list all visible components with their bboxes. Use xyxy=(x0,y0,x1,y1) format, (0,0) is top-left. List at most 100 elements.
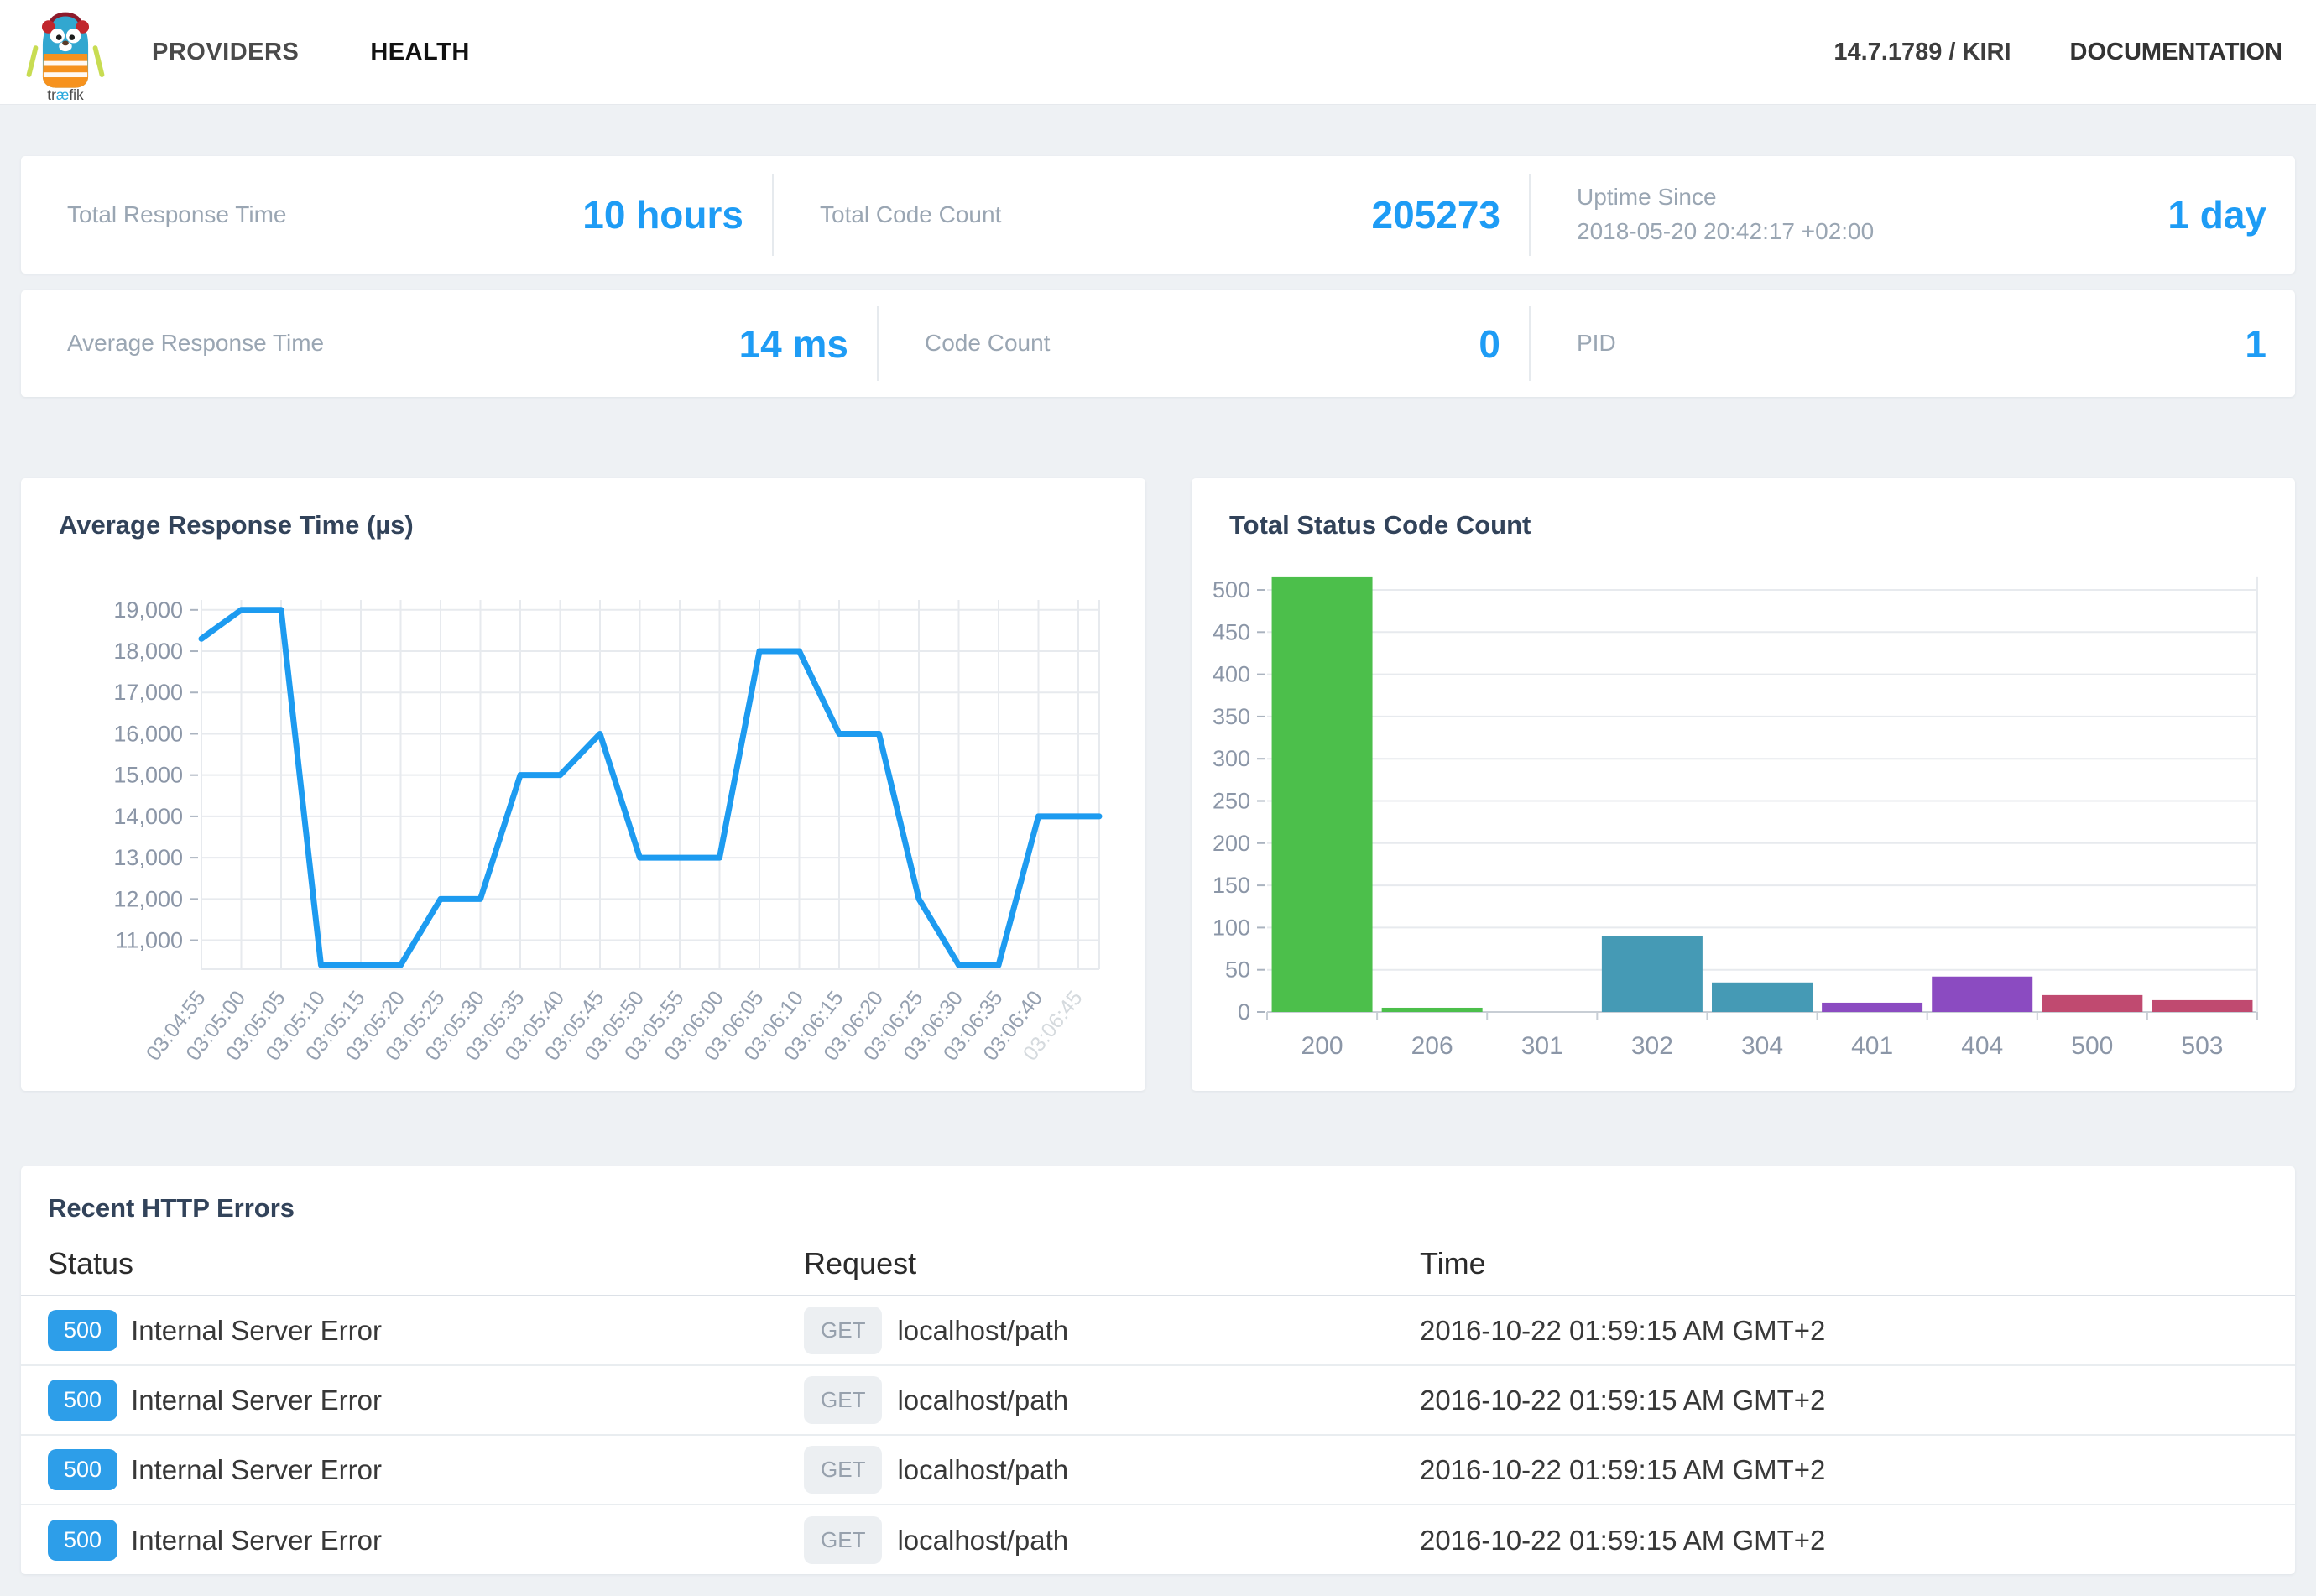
svg-text:500: 500 xyxy=(2071,1032,2113,1060)
status-text: Internal Server Error xyxy=(131,1454,382,1486)
request-path: localhost/path xyxy=(897,1385,1068,1416)
svg-text:300: 300 xyxy=(1213,746,1250,771)
error-time: 2016-10-22 01:59:15 AM GMT+2 xyxy=(1420,1385,1825,1416)
status-code-bar-chart: 0 50 100 150 200 250 300 350 400 450 500 200 206 301 3… xyxy=(1192,478,2295,1091)
method-badge: GET xyxy=(804,1516,882,1564)
column-header-status: Status xyxy=(48,1246,133,1281)
response-time-line-chart: 11,00012,00013,00014,00015,00016,00017,0… xyxy=(21,478,1145,1091)
status-badge: 500 xyxy=(48,1310,117,1351)
svg-text:11,000: 11,000 xyxy=(115,928,183,953)
method-badge: GET xyxy=(804,1376,882,1424)
gopher-nose xyxy=(62,40,69,45)
stat-value: 1 day xyxy=(2167,192,2266,237)
nav-link-providers[interactable]: PROVIDERS xyxy=(152,39,299,66)
gopher-pupil xyxy=(56,34,62,40)
svg-text:150: 150 xyxy=(1213,873,1250,898)
method-badge: GET xyxy=(804,1446,882,1494)
error-row: 500 Internal Server Error GET localhost/pa… xyxy=(21,1296,2295,1366)
svg-text:401: 401 xyxy=(1851,1032,1893,1060)
stat-uptime: Uptime Since 2018-05-20 20:42:17 +02:00 … xyxy=(1531,156,2295,274)
stat-pid: PID 1 xyxy=(1531,290,2295,397)
svg-text:19,000: 19,000 xyxy=(113,597,183,623)
logo-stick-left xyxy=(26,45,39,78)
nav-links: PROVIDERS HEALTH xyxy=(152,39,470,66)
svg-text:200: 200 xyxy=(1213,831,1250,856)
svg-text:500: 500 xyxy=(1213,577,1250,602)
svg-text:302: 302 xyxy=(1631,1032,1673,1060)
status-text: Internal Server Error xyxy=(131,1385,382,1416)
uptime-date: 2018-05-20 20:42:17 +02:00 xyxy=(1577,215,1874,249)
svg-text:350: 350 xyxy=(1213,704,1250,729)
stat-label: Total Response Time xyxy=(67,198,286,232)
error-row: 500 Internal Server Error GET localhost/pa… xyxy=(21,1366,2295,1436)
error-time: 2016-10-22 01:59:15 AM GMT+2 xyxy=(1420,1454,1825,1486)
svg-text:0: 0 xyxy=(1238,999,1250,1025)
svg-text:400: 400 xyxy=(1213,662,1250,687)
request-path: localhost/path xyxy=(897,1454,1068,1486)
svg-text:12,000: 12,000 xyxy=(113,886,183,911)
stat-total-response-time: Total Response Time 10 hours xyxy=(21,156,772,274)
stat-label: PID xyxy=(1577,326,1616,361)
svg-text:50: 50 xyxy=(1225,957,1250,983)
svg-text:503: 503 xyxy=(2181,1032,2223,1060)
stat-value: 14 ms xyxy=(739,321,848,367)
stat-value: 205273 xyxy=(1372,192,1501,237)
uptime-label: Uptime Since xyxy=(1577,180,1874,215)
traefik-logo[interactable]: træfik xyxy=(25,3,106,102)
logo-wordmark: træfik xyxy=(47,86,84,102)
status-badge: 500 xyxy=(48,1380,117,1421)
version-label[interactable]: 14.7.1789 / KIRI xyxy=(1834,39,2011,66)
svg-text:14,000: 14,000 xyxy=(113,804,183,829)
stat-label: Uptime Since 2018-05-20 20:42:17 +02:00 xyxy=(1577,180,1874,248)
svg-text:206: 206 xyxy=(1411,1032,1453,1060)
svg-text:100: 100 xyxy=(1213,915,1250,940)
error-time: 2016-10-22 01:59:15 AM GMT+2 xyxy=(1420,1315,1825,1347)
stat-label: Total Code Count xyxy=(820,198,1001,232)
svg-text:13,000: 13,000 xyxy=(113,845,183,870)
svg-text:18,000: 18,000 xyxy=(113,639,183,664)
error-row: 500 Internal Server Error GET localhost/pa… xyxy=(21,1505,2295,1574)
stats-row-2: Average Response Time 14 ms Code Count 0… xyxy=(21,290,2295,397)
error-row: 500 Internal Server Error GET localhost/pa… xyxy=(21,1436,2295,1505)
stat-total-code-count: Total Code Count 205273 xyxy=(774,156,1529,274)
stat-label: Average Response Time xyxy=(67,326,324,361)
stat-value: 0 xyxy=(1479,321,1500,367)
stat-average-response-time: Average Response Time 14 ms xyxy=(21,290,877,397)
status-text: Internal Server Error xyxy=(131,1315,382,1347)
svg-text:200: 200 xyxy=(1301,1032,1343,1060)
response-time-chart-card: Average Response Time (µs) 11,00012,0001… xyxy=(21,478,1145,1091)
request-path: localhost/path xyxy=(897,1525,1068,1557)
gopher-pupil xyxy=(69,34,75,40)
column-header-time: Time xyxy=(1420,1246,1486,1281)
errors-title: Recent HTTP Errors xyxy=(48,1193,295,1223)
vest-stripe xyxy=(44,61,87,66)
status-code-chart-card: Total Status Code Count 0501001502002503… xyxy=(1192,478,2295,1091)
svg-text:15,000: 15,000 xyxy=(113,763,183,788)
svg-text:404: 404 xyxy=(1961,1032,2003,1060)
svg-text:301: 301 xyxy=(1521,1032,1563,1060)
status-text: Internal Server Error xyxy=(131,1525,382,1557)
vest-stripe xyxy=(44,72,87,77)
method-badge: GET xyxy=(804,1307,882,1354)
recent-http-errors-card: Recent HTTP Errors Status Request Time 5… xyxy=(21,1166,2295,1574)
stats-row-1: Total Response Time 10 hours Total Code … xyxy=(21,156,2295,274)
nav-link-documentation[interactable]: DOCUMENTATION xyxy=(2070,39,2282,66)
svg-text:450: 450 xyxy=(1213,619,1250,644)
status-badge: 500 xyxy=(48,1520,117,1561)
status-badge: 500 xyxy=(48,1449,117,1490)
logo-stick-right xyxy=(92,45,105,78)
stat-label: Code Count xyxy=(925,326,1050,361)
errors-table-head: Recent HTTP Errors Status Request Time xyxy=(21,1166,2295,1296)
request-path: localhost/path xyxy=(897,1315,1068,1347)
nav-link-health[interactable]: HEALTH xyxy=(370,39,469,66)
svg-text:250: 250 xyxy=(1213,789,1250,814)
gopher-vest xyxy=(43,54,88,88)
stat-value: 10 hours xyxy=(582,192,743,237)
stat-code-count: Code Count 0 xyxy=(879,290,1529,397)
stat-value: 1 xyxy=(2245,321,2266,367)
top-nav: træfik PROVIDERS HEALTH 14.7.1789 / KIRI… xyxy=(0,0,2316,105)
error-time: 2016-10-22 01:59:15 AM GMT+2 xyxy=(1420,1525,1825,1557)
svg-text:304: 304 xyxy=(1741,1032,1783,1060)
column-header-request: Request xyxy=(804,1246,916,1281)
svg-text:17,000: 17,000 xyxy=(113,680,183,705)
